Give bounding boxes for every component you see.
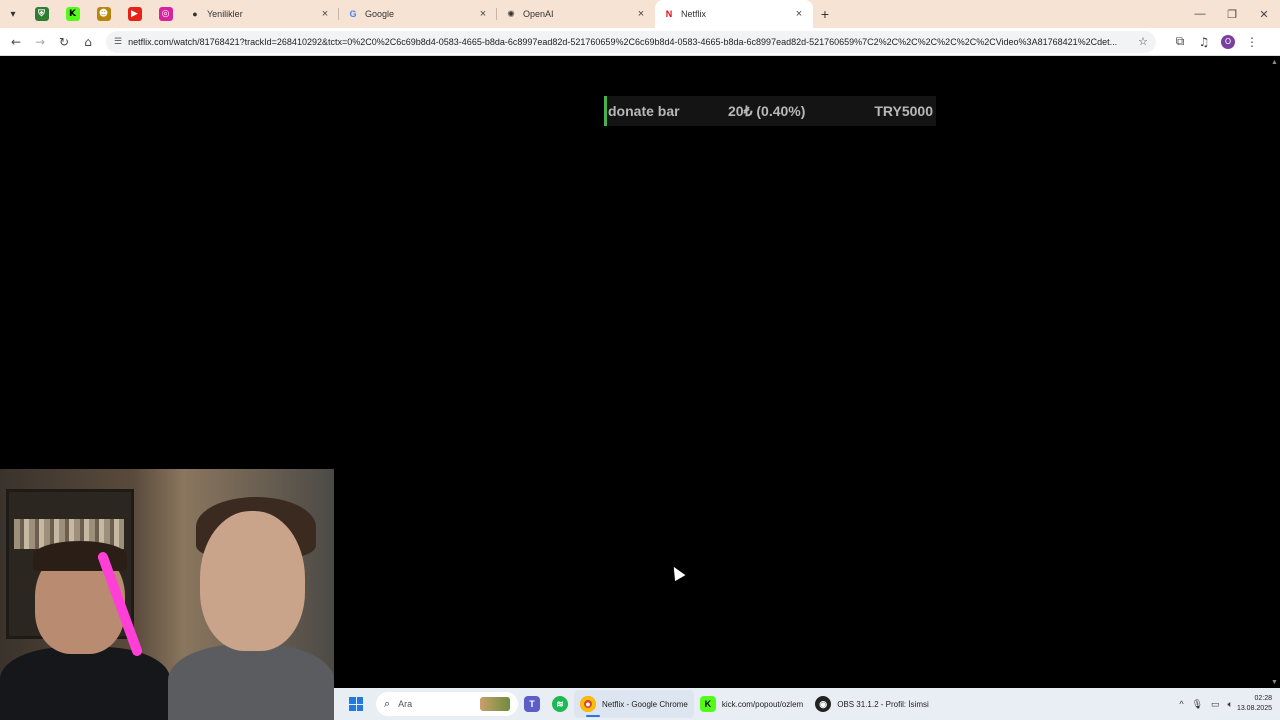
clock-time: 02:28 [1254,695,1272,702]
scrollbar[interactable]: ▲ ▼ [1269,57,1280,688]
profile-button[interactable]: O [1216,30,1240,54]
taskbar: ⌕ Ara T ≋ ● Netflix - Google Chrome K ki… [334,688,1280,720]
character-icon: ☻ [96,7,111,21]
chrome-icon: ● [580,696,596,712]
youtube-icon: ▶ [127,7,142,21]
google-icon: G [349,9,357,19]
taskbar-kick[interactable]: K kick.com/popout/ozlem [694,690,809,718]
person-1-hair [33,541,127,571]
reload-icon[interactable]: ↻ [52,30,76,54]
close-icon[interactable]: × [635,8,647,20]
home-icon[interactable]: ⌂ [76,30,100,54]
donate-goal: TRY5000 [874,103,933,119]
windows-start-icon[interactable] [344,692,368,716]
teams-icon: T [524,696,540,712]
scroll-up-icon[interactable]: ▲ [1271,59,1278,66]
taskbar-obs[interactable]: ◉ OBS 31.1.2 - Profil: İsimsi [809,690,935,718]
taskbar-chrome[interactable]: ● Netflix - Google Chrome [574,690,694,718]
close-window-icon[interactable]: ✕ [1248,8,1280,21]
obs-icon: ◉ [815,696,832,712]
browser-toolbar: ← → ↻ ⌂ ☰ netflix.com/watch/81768421?tra… [0,28,1280,56]
netflix-icon: N [665,9,673,19]
webcam-overlay [0,469,334,720]
microphone-icon[interactable]: 🎙︎ [1192,699,1203,710]
clock-date: 13.08.2025 [1236,705,1272,712]
tab-google[interactable]: G Google × [339,0,497,28]
scroll-down-icon[interactable]: ▼ [1271,679,1278,686]
taskbar-app-label: Netflix - Google Chrome [602,699,688,709]
address-bar[interactable]: ☰ netflix.com/watch/81768421?trackId=268… [106,30,1156,53]
github-icon: ● [192,9,198,19]
chevron-up-icon[interactable]: ^ [1179,699,1183,709]
person-2-head [200,511,305,651]
tab-title: Netflix [681,9,707,19]
menu-icon[interactable]: ⋮ [1240,30,1264,54]
browser-tab-bar: ▾ ⛨ K ☻ ▶ ◎ ● Yenilikler × G Google × ✺ … [0,0,1280,28]
avatar: O [1221,34,1235,49]
tab-search-chevron-icon[interactable]: ▾ [0,0,26,28]
pinned-tab-5[interactable]: ◎ [150,0,181,28]
network-icon[interactable]: ▭ [1211,699,1220,710]
close-icon[interactable]: × [793,8,805,20]
donate-progress-fill [606,96,608,126]
taskbar-app-label: kick.com/popout/ozlem [721,699,804,709]
tab-yenilikler[interactable]: ● Yenilikler × [181,0,339,28]
tab-title: Yenilikler [207,9,243,19]
taskbar-teams[interactable]: T [518,690,546,718]
volume-icon[interactable]: 🔈︎ [1228,699,1233,710]
donate-label: donate bar [608,103,680,119]
pinned-tab-1[interactable]: ⛨ [26,0,57,28]
window-controls: — ❐ ✕ [1184,8,1280,21]
restore-icon[interactable]: ❐ [1216,8,1248,21]
spotify-icon: ≋ [552,696,568,712]
url-text: netflix.com/watch/81768421?trackId=26841… [128,36,1118,47]
donate-bar: donate bar 20₺ (0.40%) TRY5000 [604,96,936,126]
search-icon: ⌕ [384,697,391,710]
extensions-icon[interactable]: ⧉ [1168,30,1192,54]
shield-icon: ⛨ [34,7,49,21]
taskbar-spotify[interactable]: ≋ [546,690,574,718]
search-highlight-image [480,697,510,711]
kick-icon: K [699,696,716,712]
instagram-icon: ◎ [158,7,173,21]
tab-netflix[interactable]: N Netflix × [655,0,813,28]
person-2-body [168,644,334,720]
forward-icon[interactable]: → [28,30,52,54]
kick-icon: K [65,7,80,21]
taskbar-search[interactable]: ⌕ Ara [376,692,518,716]
person-1-body [0,647,170,720]
clock[interactable]: 02:28 13.08.2025 [1237,694,1272,714]
tab-openai[interactable]: ✺ OpenAI × [497,0,655,28]
site-info-icon[interactable]: ☰ [114,36,122,47]
openai-icon: ✺ [507,8,515,19]
search-placeholder: Ara [398,699,413,709]
media-controls-icon[interactable]: ♫ [1192,30,1216,54]
close-icon[interactable]: × [319,8,331,20]
system-tray: ^ 🎙︎ ▭ 🔈︎ 02:28 13.08.2025 [1175,694,1280,714]
minimize-icon[interactable]: — [1184,8,1216,21]
close-icon[interactable]: × [477,8,489,20]
pinned-tab-2[interactable]: K [57,0,88,28]
bookmark-star-icon[interactable]: ☆ [1138,35,1148,48]
pinned-tab-3[interactable]: ☻ [88,0,119,28]
taskbar-app-label: OBS 31.1.2 - Profil: İsimsi [837,699,929,709]
back-icon[interactable]: ← [4,30,28,54]
donate-amount: 20₺ (0.40%) [728,102,806,119]
tab-title: OpenAI [523,9,554,19]
tab-title: Google [365,9,395,19]
new-tab-button[interactable]: + [813,6,837,22]
pinned-tab-4[interactable]: ▶ [119,0,150,28]
